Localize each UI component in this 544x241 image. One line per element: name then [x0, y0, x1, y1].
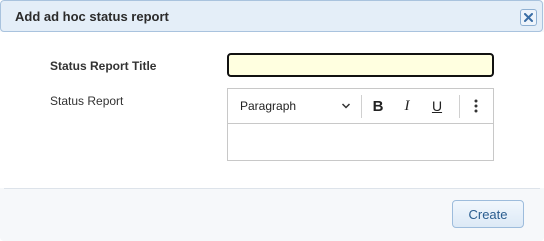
editor-content-area[interactable] [228, 124, 493, 160]
create-button[interactable]: Create [452, 200, 524, 228]
close-button[interactable] [520, 9, 537, 26]
underline-icon: U [431, 98, 443, 114]
dialog-titlebar: Add ad hoc status report [0, 0, 543, 32]
format-selected-value: Paragraph [240, 99, 297, 113]
underline-button[interactable]: U [425, 94, 449, 118]
paragraph-format-dropdown[interactable]: Paragraph [230, 93, 355, 119]
footer-divider [4, 188, 540, 189]
toolbar-separator [459, 95, 460, 118]
status-report-editor: Paragraph B I U [227, 88, 494, 161]
chevron-down-icon [341, 103, 351, 109]
dialog-title: Add ad hoc status report [15, 9, 169, 24]
italic-button[interactable]: I [395, 94, 419, 118]
editor-toolbar: Paragraph B I U [228, 89, 493, 124]
more-options-icon [474, 99, 478, 113]
add-status-report-dialog: Add ad hoc status report Status Report T… [0, 0, 544, 241]
close-icon [524, 13, 533, 22]
bold-button[interactable]: B [366, 94, 390, 118]
status-report-title-input[interactable] [227, 53, 494, 77]
status-report-title-label: Status Report Title [50, 59, 157, 73]
toolbar-separator [361, 95, 362, 118]
italic-icon: I [404, 97, 410, 114]
bold-icon: B [372, 97, 384, 115]
status-report-label: Status Report [50, 94, 124, 108]
more-options-button[interactable] [464, 94, 488, 118]
